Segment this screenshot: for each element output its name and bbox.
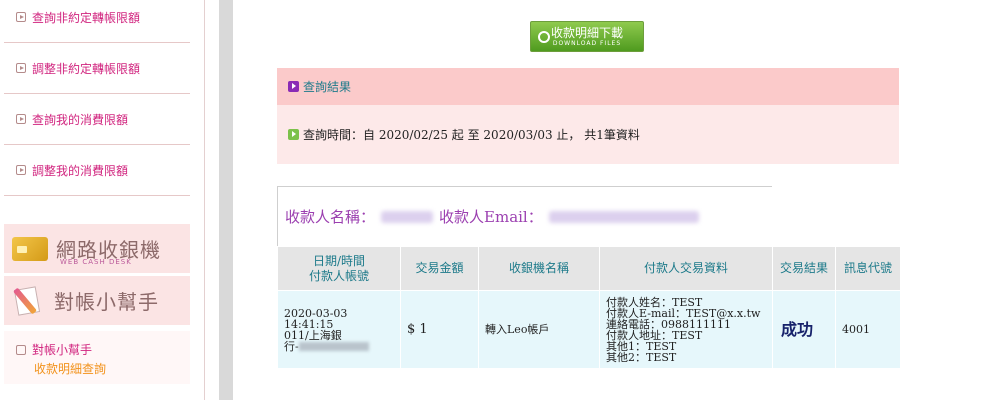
sidebar: 查詢非約定轉帳限額 調整非約定轉帳限額 查詢我的消費限額 調整我的消費限額 網路… bbox=[0, 0, 205, 400]
col-header-code: 訊息代號 bbox=[835, 246, 901, 291]
sidebar-item-query-nonagreed-limit[interactable]: 查詢非約定轉帳限額 bbox=[4, 0, 190, 43]
payer-email: 付款人E-mail：TEST@x.x.tw bbox=[606, 306, 761, 320]
col-header-result: 交易結果 bbox=[772, 246, 836, 291]
sidebar-item-label: 查詢非約定轉帳限額 bbox=[32, 10, 141, 25]
download-button-label: 收款明細下載 bbox=[550, 25, 623, 40]
redacted-payee-email bbox=[548, 210, 699, 223]
sidebar-item-adjust-spending-limit[interactable]: 調整我的消費限額 bbox=[4, 145, 190, 196]
col-header-terminal: 收銀機名稱 bbox=[478, 246, 600, 291]
page: 查詢非約定轉帳限額 調整非約定轉帳限額 查詢我的消費限額 調整我的消費限額 網路… bbox=[0, 0, 1000, 400]
payer-phone: 連絡電話：0988111111 bbox=[606, 317, 731, 331]
chevron-right-icon bbox=[16, 165, 26, 175]
payee-info: 收款人名稱： 收款人Email： bbox=[277, 186, 772, 246]
datetime-value: 2020-03-03 14:41:15 bbox=[284, 306, 348, 331]
sidebar-subitem-receipt-query[interactable]: 收款明細查詢 bbox=[34, 360, 190, 377]
download-button[interactable]: 收款明細下載 DOWNLOAD FILES bbox=[530, 21, 644, 52]
col-header-datetime: 日期/時間 付款人帳號 bbox=[277, 246, 401, 291]
query-time-text: 查詢時間：自 2020/02/25 起 至 2020/03/03 止， 共1筆資… bbox=[303, 128, 640, 142]
banner-title: 對帳小幫手 bbox=[54, 290, 159, 314]
payer-name: 付款人姓名：TEST bbox=[606, 295, 703, 309]
redacted-account-number bbox=[298, 342, 369, 351]
account-line2: 行- bbox=[284, 339, 299, 353]
scrollbar[interactable] bbox=[219, 0, 233, 400]
result-title: 查詢結果 bbox=[303, 80, 352, 94]
sidebar-item-label: 調整非約定轉帳限額 bbox=[32, 61, 141, 76]
query-summary: 查詢時間：自 2020/02/25 起 至 2020/03/03 止， 共1筆資… bbox=[277, 105, 899, 164]
header-payer-account-label: 付款人帳號 bbox=[308, 268, 369, 283]
payee-name-label: 收款人名稱： bbox=[285, 208, 376, 226]
payer-other1: 其他1：TEST bbox=[606, 339, 677, 353]
payee-email-label: 收款人Email： bbox=[439, 208, 543, 226]
download-button-sublabel: DOWNLOAD FILES bbox=[552, 39, 622, 47]
sidebar-item-label: 對帳小幫手 bbox=[32, 343, 93, 357]
account-prefix: 011/上海銀 bbox=[284, 328, 342, 342]
transaction-table: 日期/時間 付款人帳號 交易金額 收銀機名稱 付款人交易資料 交易結果 訊息代號… bbox=[277, 246, 901, 369]
sidebar-item-label: 查詢我的消費限額 bbox=[32, 112, 129, 127]
redacted-payee-name bbox=[381, 210, 434, 223]
chevron-right-icon bbox=[16, 114, 26, 124]
sidebar-item-adjust-nonagreed-limit[interactable]: 調整非約定轉帳限額 bbox=[4, 43, 190, 94]
cell-code: 4001 bbox=[835, 290, 901, 369]
col-header-payer-info: 付款人交易資料 bbox=[599, 246, 773, 291]
download-icon bbox=[538, 31, 550, 43]
sidebar-item-query-spending-limit[interactable]: 查詢我的消費限額 bbox=[4, 94, 190, 145]
web-cash-desk-banner[interactable]: 網路收銀機 WEB CASH DESK bbox=[4, 224, 190, 273]
result-header: 查詢結果 bbox=[277, 68, 899, 105]
play-icon bbox=[288, 81, 299, 92]
header-datetime-label: 日期/時間 bbox=[312, 253, 366, 268]
pencil-icon bbox=[12, 284, 46, 318]
cell-terminal: 轉入Leo帳戶 bbox=[478, 290, 600, 369]
play-icon bbox=[288, 129, 299, 140]
chevron-right-icon bbox=[16, 12, 26, 22]
cell-payer-info: 付款人姓名：TEST 付款人E-mail：TEST@x.x.tw 連絡電話：09… bbox=[599, 290, 773, 369]
sidebar-item-label: 調整我的消費限額 bbox=[32, 163, 129, 178]
cell-amount: $ 1 bbox=[400, 290, 479, 369]
sidebar-edge bbox=[205, 0, 219, 400]
reconcile-helper-banner[interactable]: 對帳小幫手 bbox=[4, 276, 190, 325]
chevron-right-icon bbox=[16, 344, 26, 355]
col-header-amount: 交易金額 bbox=[400, 246, 479, 291]
banner-subtitle: WEB CASH DESK bbox=[60, 258, 132, 266]
cell-datetime: 2020-03-03 14:41:15 011/上海銀 行- bbox=[277, 290, 401, 369]
table-row: 2020-03-03 14:41:15 011/上海銀 行- $ 1 轉入Leo… bbox=[277, 290, 901, 369]
sidebar-item-reconcile-helper[interactable]: 對帳小幫手 收款明細查詢 bbox=[4, 331, 190, 384]
payer-address: 付款人地址：TEST bbox=[606, 328, 703, 342]
cell-status: 成功 bbox=[772, 290, 836, 369]
payer-other2: 其他2：TEST bbox=[606, 350, 677, 364]
credit-card-icon bbox=[12, 236, 48, 261]
table-header-row: 日期/時間 付款人帳號 交易金額 收銀機名稱 付款人交易資料 交易結果 訊息代號 bbox=[277, 246, 901, 291]
chevron-right-icon bbox=[16, 63, 26, 73]
